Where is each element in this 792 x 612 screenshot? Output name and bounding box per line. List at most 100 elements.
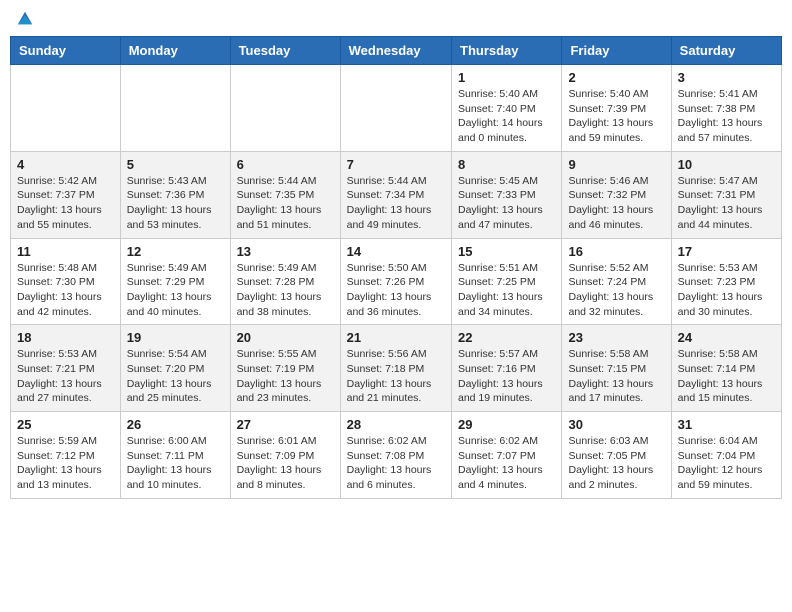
cell-info-text: Sunrise: 5:49 AM Sunset: 7:28 PM Dayligh… (237, 261, 334, 320)
cell-info-text: Sunrise: 5:57 AM Sunset: 7:16 PM Dayligh… (458, 347, 555, 406)
calendar-cell: 25 Sunrise: 5:59 AM Sunset: 7:12 PM Dayli… (11, 412, 121, 499)
calendar-cell: 2 Sunrise: 5:40 AM Sunset: 7:39 PM Daylig… (562, 65, 671, 152)
cell-day-number: 18 (17, 330, 114, 345)
cell-day-number: 15 (458, 244, 555, 259)
calendar-cell: 17Sunrise: 5:53 AM Sunset: 7:23 PM Dayli… (671, 238, 781, 325)
cell-day-number: 10 (678, 157, 775, 172)
cell-day-number: 29 (458, 417, 555, 432)
cell-info-text: Sunrise: 5:53 AM Sunset: 7:21 PM Dayligh… (17, 347, 114, 406)
cell-info-text: Sunrise: 6:01 AM Sunset: 7:09 PM Dayligh… (237, 434, 334, 493)
day-header-thursday: Thursday (452, 37, 562, 65)
cell-info-text: Sunrise: 5:44 AM Sunset: 7:35 PM Dayligh… (237, 174, 334, 233)
day-header-tuesday: Tuesday (230, 37, 340, 65)
cell-info-text: Sunrise: 5:59 AM Sunset: 7:12 PM Dayligh… (17, 434, 114, 493)
calendar-cell: 13 Sunrise: 5:49 AM Sunset: 7:28 PM Dayli… (230, 238, 340, 325)
day-header-wednesday: Wednesday (340, 37, 451, 65)
calendar-cell (340, 65, 451, 152)
calendar-cell (11, 65, 121, 152)
cell-day-number: 3 (678, 70, 775, 85)
cell-info-text: Sunrise: 5:43 AM Sunset: 7:36 PM Dayligh… (127, 174, 224, 233)
cell-info-text: Sunrise: 6:04 AM Sunset: 7:04 PM Dayligh… (678, 434, 775, 493)
calendar-week-2: 4 Sunrise: 5:42 AM Sunset: 7:37 PM Daylig… (11, 151, 782, 238)
logo (14, 10, 34, 28)
calendar-table: SundayMondayTuesdayWednesdayThursdayFrid… (10, 36, 782, 499)
cell-info-text: Sunrise: 5:51 AM Sunset: 7:25 PM Dayligh… (458, 261, 555, 320)
calendar-cell: 8Sunrise: 5:45 AM Sunset: 7:33 PM Daylig… (452, 151, 562, 238)
cell-day-number: 13 (237, 244, 334, 259)
calendar-cell: 15 Sunrise: 5:51 AM Sunset: 7:25 PM Dayli… (452, 238, 562, 325)
calendar-cell: 31Sunrise: 6:04 AM Sunset: 7:04 PM Dayli… (671, 412, 781, 499)
calendar-cell: 4 Sunrise: 5:42 AM Sunset: 7:37 PM Daylig… (11, 151, 121, 238)
cell-day-number: 25 (17, 417, 114, 432)
cell-day-number: 5 (127, 157, 224, 172)
cell-day-number: 26 (127, 417, 224, 432)
day-header-monday: Monday (120, 37, 230, 65)
cell-day-number: 20 (237, 330, 334, 345)
cell-day-number: 22 (458, 330, 555, 345)
calendar-cell: 6 Sunrise: 5:44 AM Sunset: 7:35 PM Daylig… (230, 151, 340, 238)
cell-info-text: Sunrise: 6:02 AM Sunset: 7:08 PM Dayligh… (347, 434, 445, 493)
calendar-cell: 9 Sunrise: 5:46 AM Sunset: 7:32 PM Daylig… (562, 151, 671, 238)
cell-info-text: Sunrise: 5:54 AM Sunset: 7:20 PM Dayligh… (127, 347, 224, 406)
cell-info-text: Sunrise: 6:03 AM Sunset: 7:05 PM Dayligh… (568, 434, 664, 493)
cell-day-number: 21 (347, 330, 445, 345)
cell-day-number: 1 (458, 70, 555, 85)
calendar-cell: 1 Sunrise: 5:40 AM Sunset: 7:40 PM Daylig… (452, 65, 562, 152)
calendar-cell: 29 Sunrise: 6:02 AM Sunset: 7:07 PM Dayli… (452, 412, 562, 499)
calendar-cell: 7 Sunrise: 5:44 AM Sunset: 7:34 PM Daylig… (340, 151, 451, 238)
cell-day-number: 9 (568, 157, 664, 172)
calendar-cell: 20 Sunrise: 5:55 AM Sunset: 7:19 PM Dayli… (230, 325, 340, 412)
cell-day-number: 30 (568, 417, 664, 432)
cell-info-text: Sunrise: 5:44 AM Sunset: 7:34 PM Dayligh… (347, 174, 445, 233)
cell-day-number: 24 (678, 330, 775, 345)
day-header-saturday: Saturday (671, 37, 781, 65)
calendar-cell: 22 Sunrise: 5:57 AM Sunset: 7:16 PM Dayli… (452, 325, 562, 412)
cell-day-number: 12 (127, 244, 224, 259)
cell-info-text: Sunrise: 5:41 AM Sunset: 7:38 PM Dayligh… (678, 87, 775, 146)
cell-info-text: Sunrise: 5:55 AM Sunset: 7:19 PM Dayligh… (237, 347, 334, 406)
calendar-cell: 11Sunrise: 5:48 AM Sunset: 7:30 PM Dayli… (11, 238, 121, 325)
cell-info-text: Sunrise: 5:58 AM Sunset: 7:15 PM Dayligh… (568, 347, 664, 406)
cell-info-text: Sunrise: 5:42 AM Sunset: 7:37 PM Dayligh… (17, 174, 114, 233)
calendar-header-row: SundayMondayTuesdayWednesdayThursdayFrid… (11, 37, 782, 65)
cell-info-text: Sunrise: 6:00 AM Sunset: 7:11 PM Dayligh… (127, 434, 224, 493)
cell-info-text: Sunrise: 5:50 AM Sunset: 7:26 PM Dayligh… (347, 261, 445, 320)
cell-info-text: Sunrise: 6:02 AM Sunset: 7:07 PM Dayligh… (458, 434, 555, 493)
day-header-sunday: Sunday (11, 37, 121, 65)
cell-info-text: Sunrise: 5:47 AM Sunset: 7:31 PM Dayligh… (678, 174, 775, 233)
calendar-cell (120, 65, 230, 152)
calendar-week-3: 11Sunrise: 5:48 AM Sunset: 7:30 PM Dayli… (11, 238, 782, 325)
calendar-week-4: 18 Sunrise: 5:53 AM Sunset: 7:21 PM Dayli… (11, 325, 782, 412)
calendar-cell: 21 Sunrise: 5:56 AM Sunset: 7:18 PM Dayli… (340, 325, 451, 412)
calendar-cell: 23Sunrise: 5:58 AM Sunset: 7:15 PM Dayli… (562, 325, 671, 412)
cell-info-text: Sunrise: 5:56 AM Sunset: 7:18 PM Dayligh… (347, 347, 445, 406)
cell-day-number: 14 (347, 244, 445, 259)
logo-icon (16, 10, 34, 28)
calendar-cell: 24 Sunrise: 5:58 AM Sunset: 7:14 PM Dayli… (671, 325, 781, 412)
cell-day-number: 28 (347, 417, 445, 432)
calendar-week-5: 25 Sunrise: 5:59 AM Sunset: 7:12 PM Dayli… (11, 412, 782, 499)
calendar-cell: 14 Sunrise: 5:50 AM Sunset: 7:26 PM Dayli… (340, 238, 451, 325)
calendar-cell: 26 Sunrise: 6:00 AM Sunset: 7:11 PM Dayli… (120, 412, 230, 499)
cell-day-number: 7 (347, 157, 445, 172)
cell-info-text: Sunrise: 5:53 AM Sunset: 7:23 PM Dayligh… (678, 261, 775, 320)
cell-day-number: 4 (17, 157, 114, 172)
calendar-cell (230, 65, 340, 152)
cell-info-text: Sunrise: 5:46 AM Sunset: 7:32 PM Dayligh… (568, 174, 664, 233)
calendar-cell: 10 Sunrise: 5:47 AM Sunset: 7:31 PM Dayli… (671, 151, 781, 238)
calendar-cell: 12Sunrise: 5:49 AM Sunset: 7:29 PM Dayli… (120, 238, 230, 325)
cell-info-text: Sunrise: 5:58 AM Sunset: 7:14 PM Dayligh… (678, 347, 775, 406)
cell-day-number: 27 (237, 417, 334, 432)
cell-info-text: Sunrise: 5:40 AM Sunset: 7:40 PM Dayligh… (458, 87, 555, 146)
cell-day-number: 16 (568, 244, 664, 259)
cell-info-text: Sunrise: 5:48 AM Sunset: 7:30 PM Dayligh… (17, 261, 114, 320)
cell-info-text: Sunrise: 5:45 AM Sunset: 7:33 PM Dayligh… (458, 174, 555, 233)
cell-day-number: 6 (237, 157, 334, 172)
calendar-cell: 16Sunrise: 5:52 AM Sunset: 7:24 PM Dayli… (562, 238, 671, 325)
cell-info-text: Sunrise: 5:40 AM Sunset: 7:39 PM Dayligh… (568, 87, 664, 146)
cell-day-number: 2 (568, 70, 664, 85)
calendar-cell: 30 Sunrise: 6:03 AM Sunset: 7:05 PM Dayli… (562, 412, 671, 499)
cell-day-number: 19 (127, 330, 224, 345)
page-header (10, 10, 782, 28)
calendar-cell: 3 Sunrise: 5:41 AM Sunset: 7:38 PM Daylig… (671, 65, 781, 152)
